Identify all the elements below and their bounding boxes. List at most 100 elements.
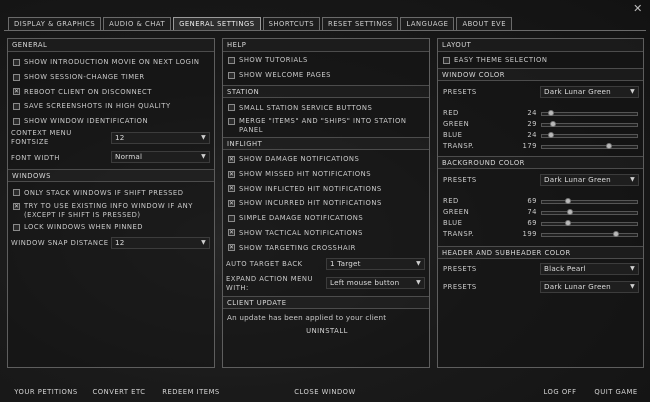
expand-action-dropdown[interactable]: Left mouse button ▼ — [326, 276, 425, 289]
option-missed-hit-notifications[interactable]: Show missed hit notifications — [223, 167, 429, 182]
checkbox[interactable] — [228, 56, 235, 64]
option-show-tutorials[interactable]: Show tutorials — [223, 53, 429, 68]
chevron-down-icon: ▼ — [630, 175, 635, 183]
slider-track[interactable] — [541, 197, 638, 204]
slider-track[interactable] — [541, 219, 638, 226]
chevron-down-icon: ▼ — [201, 238, 206, 246]
your-petitions-button[interactable]: Your Petitions — [7, 385, 85, 399]
checkbox-checked[interactable] — [228, 170, 235, 178]
close-icon[interactable]: ✕ — [632, 3, 644, 15]
option-lock-windows[interactable]: Lock windows when pinned — [8, 220, 214, 235]
option-stack-shift[interactable]: Only stack windows if shift pressed — [8, 185, 214, 200]
close-window-button[interactable]: Close Window — [290, 385, 360, 399]
log-off-button[interactable]: Log Off — [536, 385, 584, 399]
option-window-identification[interactable]: Show window identification — [8, 114, 214, 129]
option-session-timer[interactable]: Show session-change timer — [8, 70, 214, 85]
background-color-sliders: Red 69 Green 74 Blue 69 Transp. 199 — [438, 196, 643, 240]
auto-target-dropdown[interactable]: 1 Target ▼ — [326, 257, 425, 270]
slider-track[interactable] — [541, 142, 638, 149]
option-tactical-notifications[interactable]: Show tactical notifications — [223, 226, 429, 241]
checkbox-checked[interactable] — [13, 88, 20, 96]
uninstall-button[interactable]: Uninstall — [299, 324, 355, 337]
slider-handle[interactable] — [605, 142, 612, 149]
checkbox-checked[interactable] — [228, 199, 235, 207]
option-inflicted-hit-notifications[interactable]: Show inflicted hit notifications — [223, 181, 429, 196]
context-menu-fontsize-row: Context menu fontsize 12 ▼ — [8, 128, 214, 150]
layout-column: Layout Easy theme selection Window Color… — [437, 38, 644, 368]
option-incurred-hit-notifications[interactable]: Show incurred hit notifications — [223, 196, 429, 211]
checkbox-checked[interactable] — [13, 203, 20, 211]
checkbox-checked[interactable] — [228, 244, 235, 252]
option-intro-movie[interactable]: Show introduction movie on next login — [8, 55, 214, 70]
checkbox-checked[interactable] — [228, 185, 235, 193]
tab-about-eve[interactable]: About EVE — [456, 17, 513, 30]
checkbox[interactable] — [13, 117, 20, 125]
slider-track[interactable] — [541, 230, 638, 237]
option-hq-screenshots[interactable]: Save screenshots in high quality — [8, 99, 214, 114]
option-label: Small station service buttons — [239, 103, 373, 112]
background-color-presets-dropdown[interactable]: Dark Lunar Green ▼ — [540, 173, 639, 186]
option-label: Show damage notifications — [239, 155, 360, 164]
checkbox[interactable] — [13, 189, 20, 197]
option-easy-theme[interactable]: Easy theme selection — [438, 53, 643, 68]
slider-track[interactable] — [541, 120, 638, 127]
slider-handle[interactable] — [547, 131, 554, 138]
slider-handle[interactable] — [549, 120, 556, 127]
window-color-presets-dropdown[interactable]: Dark Lunar Green ▼ — [540, 85, 639, 98]
slider-handle[interactable] — [564, 197, 571, 204]
tab-audio-chat[interactable]: Audio & Chat — [103, 17, 172, 30]
checkbox-checked[interactable] — [228, 155, 235, 163]
tab-general-settings[interactable]: General Settings — [173, 17, 261, 31]
context-menu-fontsize-dropdown[interactable]: 12 ▼ — [111, 132, 210, 145]
checkbox[interactable] — [228, 71, 235, 79]
slider-handle[interactable] — [547, 109, 554, 116]
redeem-items-button[interactable]: Redeem Items — [156, 385, 226, 399]
slider-transparency: Transp. 179 — [438, 141, 643, 152]
option-label: Show targeting crosshair — [239, 243, 356, 252]
slider-track[interactable] — [541, 131, 638, 138]
slider-handle[interactable] — [566, 208, 573, 215]
expand-action-label-with: with: — [226, 283, 249, 292]
checkbox[interactable] — [228, 118, 235, 126]
tab-shortcuts[interactable]: Shortcuts — [262, 17, 321, 30]
option-label: Merge "items" and "ships" into station p… — [239, 117, 406, 135]
checkbox[interactable] — [228, 214, 235, 222]
option-existing-info-window[interactable]: Try to use existing info window if any (… — [8, 200, 214, 220]
checkbox[interactable] — [13, 223, 20, 231]
convert-etc-button[interactable]: Convert ETC — [86, 385, 152, 399]
dropdown-value: Dark Lunar Green — [544, 174, 611, 184]
auto-target-row: Auto target back 1 Target ▼ — [223, 255, 429, 272]
font-width-dropdown[interactable]: Normal ▼ — [111, 151, 210, 164]
chevron-down-icon: ▼ — [630, 282, 635, 290]
tab-language[interactable]: Language — [400, 17, 455, 30]
window-snap-dropdown[interactable]: 12 ▼ — [111, 236, 210, 249]
option-targeting-crosshair[interactable]: Show targeting crosshair — [223, 240, 429, 255]
checkbox[interactable] — [13, 102, 20, 110]
option-reboot-client[interactable]: Reboot client on disconnect — [8, 84, 214, 99]
channel-label: Red — [443, 108, 459, 117]
presets-label: Presets — [443, 87, 477, 96]
checkbox-checked[interactable] — [228, 229, 235, 237]
subheader-color-presets-dropdown[interactable]: Dark Lunar Green ▼ — [540, 280, 639, 293]
checkbox[interactable] — [13, 73, 20, 81]
option-merge-items-ships[interactable]: Merge "items" and "ships" into station p… — [223, 115, 429, 137]
checkbox[interactable] — [443, 56, 450, 64]
option-label-line2: panel — [239, 126, 263, 135]
slider-handle[interactable] — [613, 230, 620, 237]
tab-reset-settings[interactable]: Reset Settings — [322, 17, 399, 30]
slider-handle[interactable] — [564, 219, 571, 226]
checkbox[interactable] — [13, 58, 20, 66]
option-simple-damage-notifications[interactable]: Simple damage notifications — [223, 211, 429, 226]
quit-game-button[interactable]: Quit Game — [588, 385, 644, 399]
window-color-sliders: Red 24 Green 29 Blue 24 Transp. 179 — [438, 108, 643, 152]
option-welcome-pages[interactable]: Show welcome pages — [223, 68, 429, 83]
tab-display-graphics[interactable]: Display & Graphics — [8, 17, 102, 30]
help-column: Help Show tutorials Show welcome pages S… — [222, 38, 430, 368]
slider-track[interactable] — [541, 208, 638, 215]
option-damage-notifications[interactable]: Show damage notifications — [223, 152, 429, 167]
channel-value: 69 — [527, 196, 537, 205]
option-small-station-buttons[interactable]: Small station service buttons — [223, 100, 429, 115]
slider-track[interactable] — [541, 109, 638, 116]
checkbox[interactable] — [228, 104, 235, 112]
header-color-presets-dropdown[interactable]: Black Pearl ▼ — [540, 262, 639, 275]
